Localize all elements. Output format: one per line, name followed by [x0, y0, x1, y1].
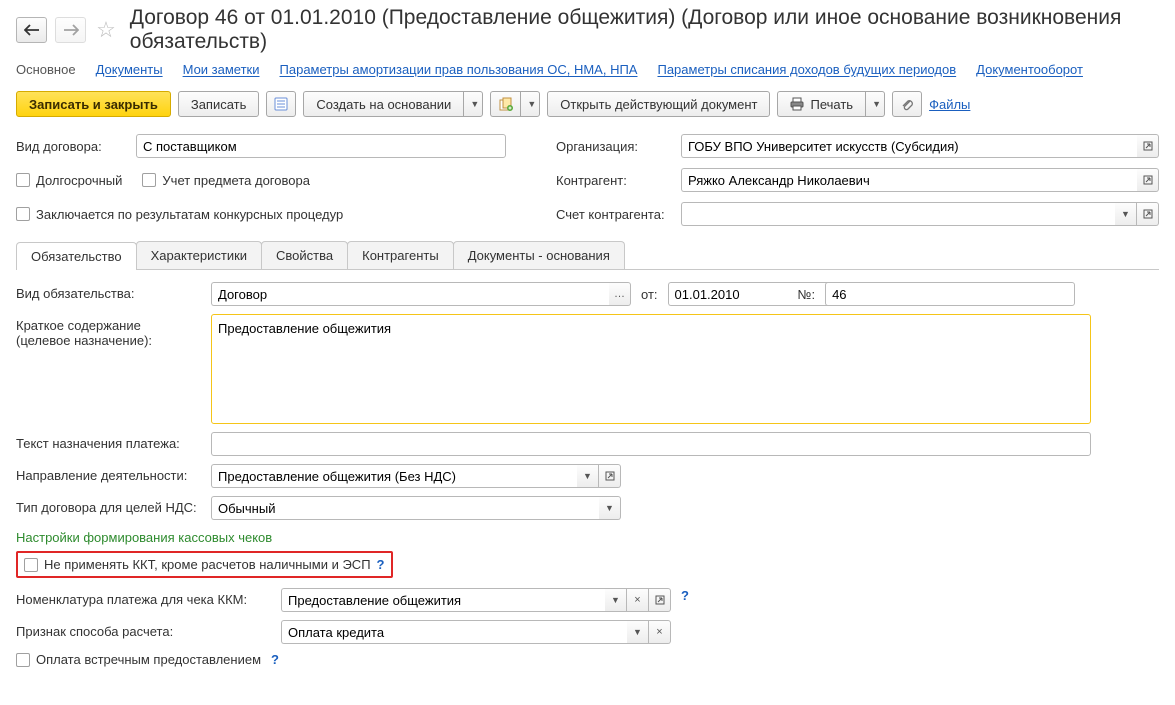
tab-obligation[interactable]: Обязательство: [16, 242, 137, 270]
link-workflow[interactable]: Документооборот: [976, 62, 1083, 77]
payment-method-clear-button[interactable]: ×: [649, 620, 671, 644]
no-kkt-checkbox[interactable]: Не применять ККТ, кроме расчетов наличны…: [24, 557, 371, 572]
nomenclature-input[interactable]: [281, 588, 605, 612]
print-button[interactable]: Печать: [777, 91, 865, 117]
track-subject-checkbox[interactable]: Учет предмета договора: [142, 173, 310, 188]
create-based-on-dropdown[interactable]: ▼: [463, 91, 483, 117]
contract-type-label: Вид договора:: [16, 139, 126, 154]
long-term-checkbox[interactable]: Долгосрочный: [16, 173, 122, 188]
open-icon: [1143, 175, 1153, 185]
obligation-kind-input[interactable]: [211, 282, 609, 306]
activity-open-button[interactable]: [599, 464, 621, 488]
activity-input[interactable]: [211, 464, 577, 488]
counterparty-account-label: Счет контрагента:: [556, 207, 671, 222]
obligation-kind-select-button[interactable]: …: [609, 282, 631, 306]
payment-text-input[interactable]: [211, 432, 1091, 456]
open-icon: [605, 471, 615, 481]
vat-type-input[interactable]: [211, 496, 599, 520]
no-kkt-highlight: Не применять ККТ, кроме расчетов наличны…: [16, 551, 393, 578]
counter-payment-help-icon[interactable]: ?: [271, 652, 279, 667]
payment-method-dropdown[interactable]: ▼: [627, 620, 649, 644]
tab-counterparties[interactable]: Контрагенты: [347, 241, 454, 269]
summary-label: Краткое содержание (целевое назначение):: [16, 314, 201, 348]
arrow-right-icon: [63, 24, 79, 36]
copy-dropdown[interactable]: ▼: [520, 91, 540, 117]
counterparty-account-open-button[interactable]: [1137, 202, 1159, 226]
link-income-writeoff-params[interactable]: Параметры списания доходов будущих перио…: [657, 62, 956, 77]
no-kkt-help-icon[interactable]: ?: [377, 557, 385, 572]
counterparty-open-button[interactable]: [1137, 168, 1159, 192]
page-title: Договор 46 от 01.01.2010 (Предоставление…: [130, 6, 1159, 54]
tab-base-documents[interactable]: Документы - основания: [453, 241, 625, 269]
number-label: №:: [798, 287, 816, 302]
contract-type-input[interactable]: [136, 134, 506, 158]
summary-textarea[interactable]: [211, 314, 1091, 424]
attach-button[interactable]: [892, 91, 922, 117]
link-my-notes[interactable]: Мои заметки: [183, 62, 260, 77]
tab-main[interactable]: Основное: [16, 62, 76, 77]
organization-open-button[interactable]: [1137, 134, 1159, 158]
organization-label: Организация:: [556, 139, 671, 154]
favorite-star-icon[interactable]: ☆: [94, 17, 118, 43]
list-button[interactable]: [266, 91, 296, 117]
link-amortization-params[interactable]: Параметры амортизации прав пользования О…: [280, 62, 638, 77]
receipt-settings-title: Настройки формирования кассовых чеков: [16, 530, 1159, 545]
nomenclature-dropdown[interactable]: ▼: [605, 588, 627, 612]
date-from-label: от:: [641, 287, 658, 302]
arrow-left-icon: [24, 24, 40, 36]
activity-label: Направление деятельности:: [16, 464, 201, 483]
payment-method-input[interactable]: [281, 620, 627, 644]
open-active-document-button[interactable]: Открыть действующий документ: [547, 91, 770, 117]
nomenclature-label: Номенклатура платежа для чека ККМ:: [16, 588, 271, 607]
open-icon: [1143, 141, 1153, 151]
vat-type-label: Тип договора для целей НДС:: [16, 496, 201, 515]
link-documents[interactable]: Документы: [96, 62, 163, 77]
open-icon: [1143, 209, 1153, 219]
save-and-close-button[interactable]: Записать и закрыть: [16, 91, 171, 117]
nomenclature-open-button[interactable]: [649, 588, 671, 612]
copy-icon: [499, 97, 513, 111]
create-based-on-button[interactable]: Создать на основании: [303, 91, 463, 117]
activity-dropdown[interactable]: ▼: [577, 464, 599, 488]
obligation-kind-label: Вид обязательства:: [16, 282, 201, 301]
payment-text-label: Текст назначения платежа:: [16, 432, 201, 451]
list-icon: [274, 97, 288, 111]
save-button[interactable]: Записать: [178, 91, 260, 117]
print-dropdown[interactable]: ▼: [865, 91, 885, 117]
printer-icon: [790, 97, 804, 111]
counterparty-input[interactable]: [681, 168, 1137, 192]
counterparty-label: Контрагент:: [556, 173, 671, 188]
vat-type-dropdown[interactable]: ▼: [599, 496, 621, 520]
copy-button[interactable]: [490, 91, 520, 117]
organization-input[interactable]: [681, 134, 1137, 158]
tender-checkbox[interactable]: Заключается по результатам конкурсных пр…: [16, 207, 343, 222]
tab-properties[interactable]: Свойства: [261, 241, 348, 269]
counter-payment-checkbox[interactable]: Оплата встречным предоставлением: [16, 652, 261, 667]
nomenclature-help-icon[interactable]: ?: [681, 588, 689, 603]
files-link[interactable]: Файлы: [929, 97, 970, 112]
tab-characteristics[interactable]: Характеристики: [136, 241, 262, 269]
open-icon: [655, 595, 665, 605]
paperclip-icon: [900, 97, 914, 111]
payment-method-label: Признак способа расчета:: [16, 620, 271, 639]
nomenclature-clear-button[interactable]: ×: [627, 588, 649, 612]
counterparty-account-dropdown[interactable]: ▼: [1115, 202, 1137, 226]
nav-back-button[interactable]: [16, 17, 47, 43]
nav-forward-button: [55, 17, 86, 43]
counterparty-account-input[interactable]: [681, 202, 1115, 226]
number-input[interactable]: [825, 282, 1075, 306]
